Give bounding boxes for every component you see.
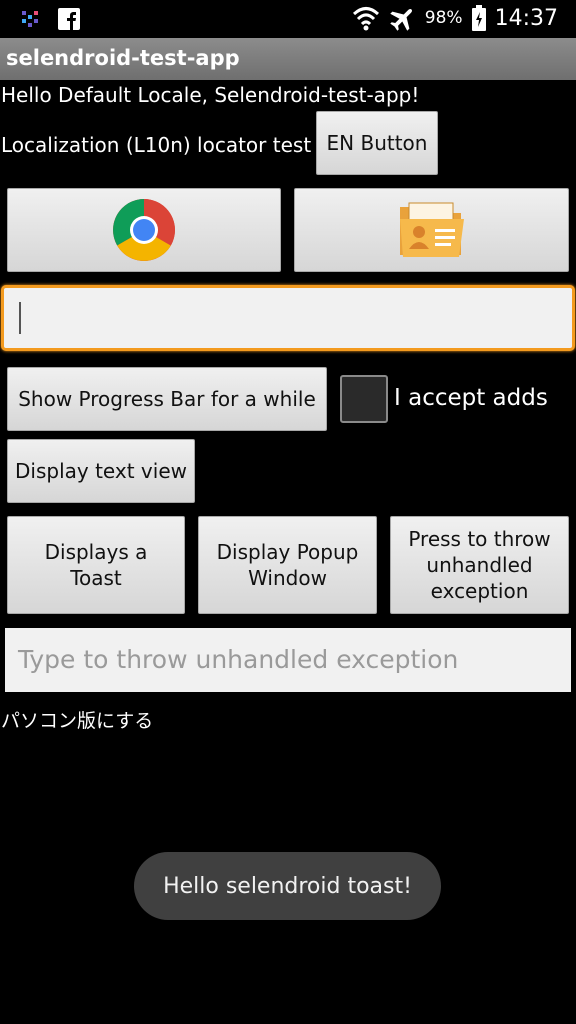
contacts-button[interactable] <box>294 188 569 272</box>
exception-input-placeholder: Type to throw unhandled exception <box>18 645 459 674</box>
text-cursor <box>19 302 21 334</box>
pc-version-link[interactable]: パソコン版にする <box>1 706 153 733</box>
en-button-label: EN Button <box>326 131 428 155</box>
show-progress-bar-button[interactable]: Show Progress Bar for a while <box>7 367 327 431</box>
app-title: selendroid-test-app <box>6 46 240 70</box>
notification-icons <box>20 8 80 30</box>
clock: 14:37 <box>494 5 558 31</box>
display-text-view-label: Display text view <box>15 459 187 483</box>
action-bar: selendroid-test-app <box>0 38 576 80</box>
accept-adds-label[interactable]: I accept adds <box>394 385 548 411</box>
battery-percent: 98% <box>424 8 463 28</box>
localization-text: Localization (L10n) locator test <box>1 133 312 157</box>
toast-text: Hello selendroid toast! <box>163 873 412 899</box>
throw-exception-label-line3: exception <box>430 579 529 603</box>
app-notification-icon <box>22 11 38 27</box>
facebook-icon <box>58 8 80 30</box>
display-toast-label-line1: Displays a <box>44 540 148 564</box>
battery-icon <box>471 5 486 31</box>
display-toast-label-line2: Toast <box>70 566 122 590</box>
en-button[interactable]: EN Button <box>316 111 438 175</box>
contacts-folder-icon <box>399 202 464 257</box>
toast-message: Hello selendroid toast! <box>134 852 441 920</box>
display-popup-button[interactable]: Display Popup Window <box>198 516 377 614</box>
display-popup-label-line2: Window <box>248 566 327 590</box>
system-status: 98% 14:37 <box>351 4 558 32</box>
display-text-view-button[interactable]: Display text view <box>7 439 195 503</box>
throw-exception-button[interactable]: Press to throw unhandled exception <box>390 516 569 614</box>
chrome-button[interactable] <box>7 188 281 272</box>
throw-exception-label-line2: unhandled <box>426 553 533 577</box>
accept-adds-checkbox[interactable] <box>340 375 388 423</box>
text-input[interactable] <box>1 285 575 351</box>
chrome-icon <box>113 199 175 261</box>
display-popup-label-line1: Display Popup <box>216 540 359 564</box>
status-bar: 98% 14:37 <box>0 0 576 38</box>
airplane-mode-icon <box>390 8 412 31</box>
wifi-icon <box>352 7 379 31</box>
exception-input[interactable]: Type to throw unhandled exception <box>5 628 571 692</box>
show-progress-bar-label: Show Progress Bar for a while <box>18 387 316 411</box>
display-toast-button[interactable]: Displays a Toast <box>7 516 185 614</box>
hello-text: Hello Default Locale, Selendroid-test-ap… <box>1 83 420 107</box>
throw-exception-label-line1: Press to throw <box>408 527 551 551</box>
